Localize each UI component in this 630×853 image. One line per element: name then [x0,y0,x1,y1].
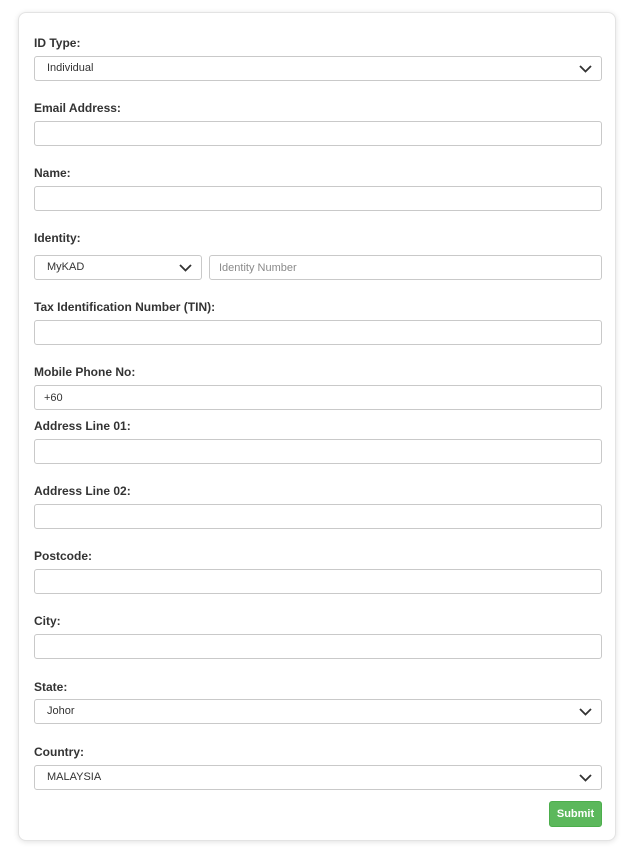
state-label: State: [34,680,68,694]
postcode-field[interactable] [34,569,602,594]
tin-label: Tax Identification Number (TIN): [34,300,216,314]
chevron-down-icon [579,708,592,716]
identity-number-field[interactable] [209,255,602,280]
postcode-label: Postcode: [34,549,93,563]
state-select[interactable]: Johor [34,699,602,724]
chevron-down-icon [579,65,592,73]
city-label: City: [34,614,61,628]
email-field[interactable] [34,121,602,146]
name-field[interactable] [34,186,602,211]
email-label: Email Address: [34,101,121,115]
country-label: Country: [34,745,84,759]
submit-button[interactable]: Submit [549,801,602,827]
id-type-label: ID Type: [34,36,81,50]
mobile-label: Mobile Phone No: [34,365,136,379]
id-type-value: Individual [47,62,94,74]
state-value: Johor [47,705,75,717]
name-label: Name: [34,166,71,180]
tin-field[interactable] [34,320,602,345]
address-line2-field[interactable] [34,504,602,529]
country-select[interactable]: MALAYSIA [34,765,602,790]
address1-label: Address Line 01: [34,419,131,433]
chevron-down-icon [579,774,592,782]
address-line1-field[interactable] [34,439,602,464]
identity-type-select[interactable]: MyKAD [34,255,202,280]
mobile-phone-field[interactable] [34,385,602,410]
city-field[interactable] [34,634,602,659]
id-type-select[interactable]: Individual [34,56,602,81]
identity-type-value: MyKAD [47,261,85,273]
identity-label: Identity: [34,231,81,245]
chevron-down-icon [179,264,192,272]
address2-label: Address Line 02: [34,484,131,498]
country-value: MALAYSIA [47,771,102,783]
